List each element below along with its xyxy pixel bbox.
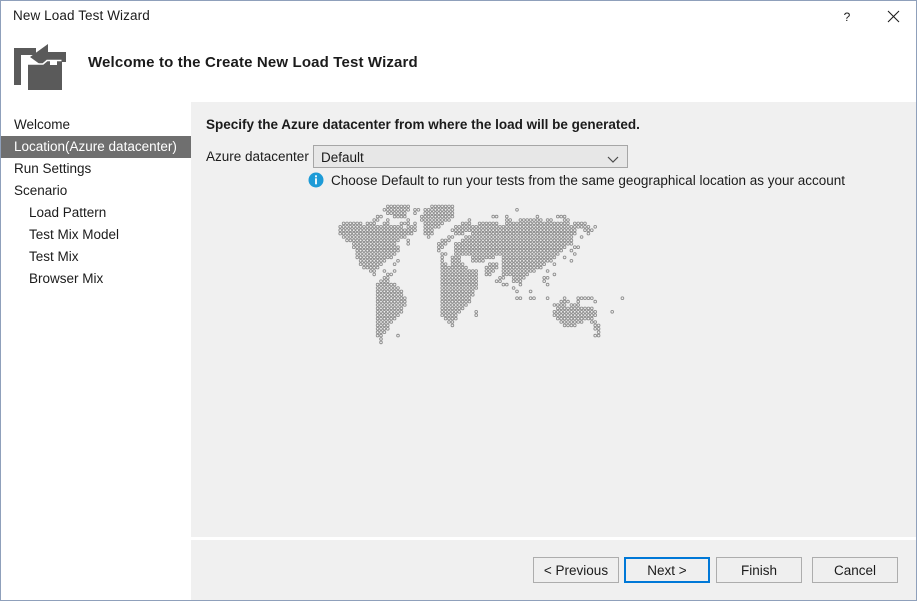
question-mark-icon: ? bbox=[844, 10, 851, 24]
close-icon bbox=[887, 10, 899, 23]
window-title: New Load Test Wizard bbox=[13, 8, 150, 23]
sidebar-item-load-pattern[interactable]: Load Pattern bbox=[1, 202, 191, 224]
finish-button[interactable]: Finish bbox=[716, 557, 802, 583]
sidebar-item-run-settings[interactable]: Run Settings bbox=[1, 158, 191, 180]
azure-datacenter-dropdown[interactable]: Default bbox=[313, 145, 628, 168]
titlebar: New Load Test Wizard ? bbox=[1, 1, 916, 32]
wizard-window: New Load Test Wizard ? Welcome to the Cr… bbox=[0, 0, 917, 601]
previous-button[interactable]: < Previous bbox=[533, 557, 619, 583]
world-map-dotted bbox=[303, 197, 653, 397]
new-project-folder-arrow-icon bbox=[10, 35, 72, 95]
sidebar-item-label: Location(Azure datacenter) bbox=[14, 139, 177, 154]
info-icon bbox=[308, 172, 324, 188]
wizard-footer: < Previous Next > Finish Cancel bbox=[191, 540, 916, 600]
azure-datacenter-value: Default bbox=[321, 150, 364, 165]
datacenter-hint: Choose Default to run your tests from th… bbox=[308, 172, 845, 188]
sidebar-item-label: Run Settings bbox=[14, 161, 92, 176]
sidebar-item-location[interactable]: Location(Azure datacenter) bbox=[1, 136, 191, 158]
sidebar-item-label: Test Mix bbox=[29, 249, 79, 264]
sidebar-item-browser-mix[interactable]: Browser Mix bbox=[1, 268, 191, 290]
sidebar-item-label: Scenario bbox=[14, 183, 68, 198]
sidebar-item-label: Load Pattern bbox=[29, 205, 107, 220]
sidebar-item-welcome[interactable]: Welcome bbox=[1, 114, 191, 136]
wizard-sidebar: Welcome Location(Azure datacenter) Run S… bbox=[1, 102, 191, 600]
page-title: Specify the Azure datacenter from where … bbox=[206, 117, 640, 132]
sidebar-item-test-mix-model[interactable]: Test Mix Model bbox=[1, 224, 191, 246]
sidebar-item-scenario[interactable]: Scenario bbox=[1, 180, 191, 202]
sidebar-item-label: Browser Mix bbox=[29, 271, 104, 286]
close-button[interactable] bbox=[870, 1, 916, 32]
svg-text:?: ? bbox=[844, 10, 851, 24]
help-button[interactable]: ? bbox=[824, 1, 870, 32]
azure-datacenter-label: Azure datacenter bbox=[206, 149, 309, 164]
sidebar-item-label: Test Mix Model bbox=[29, 227, 120, 242]
wizard-content-panel: Specify the Azure datacenter from where … bbox=[191, 102, 916, 538]
chevron-down-icon bbox=[607, 152, 619, 163]
next-button[interactable]: Next > bbox=[624, 557, 710, 583]
cancel-button[interactable]: Cancel bbox=[812, 557, 898, 583]
sidebar-item-test-mix[interactable]: Test Mix bbox=[1, 246, 191, 268]
wizard-header: Welcome to the Create New Load Test Wiza… bbox=[1, 32, 916, 102]
header-title: Welcome to the Create New Load Test Wiza… bbox=[88, 54, 418, 71]
datacenter-hint-text: Choose Default to run your tests from th… bbox=[331, 172, 846, 188]
sidebar-item-label: Welcome bbox=[14, 117, 71, 132]
